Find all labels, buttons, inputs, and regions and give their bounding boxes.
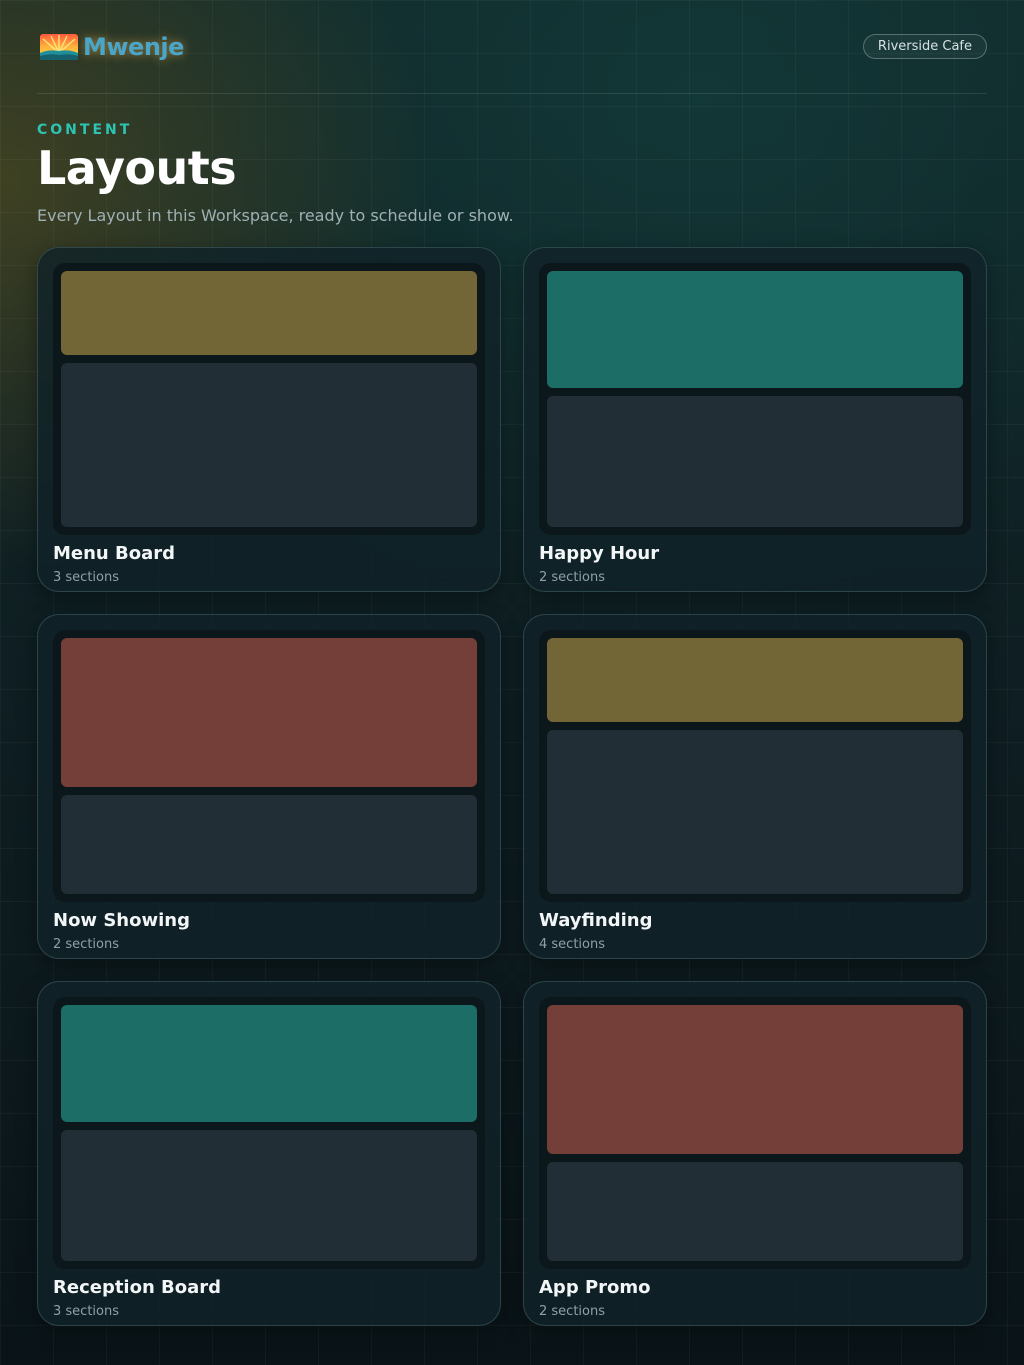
layout-section-count: 2 sections bbox=[539, 1304, 605, 1319]
layout-preview bbox=[53, 630, 485, 902]
layout-card[interactable]: Wayfinding 4 sections bbox=[523, 614, 987, 959]
brand-name: Mwenje bbox=[83, 32, 184, 61]
layout-preview-secondary-section bbox=[547, 730, 963, 894]
sunrise-logo-icon bbox=[40, 33, 78, 60]
layout-preview-primary-section bbox=[61, 638, 477, 787]
layout-preview-secondary-section bbox=[547, 1162, 963, 1261]
layout-preview-primary-section bbox=[61, 271, 477, 355]
layout-preview bbox=[539, 630, 971, 902]
layout-name: Now Showing bbox=[53, 910, 190, 931]
layout-card[interactable]: Happy Hour 2 sections bbox=[523, 247, 987, 592]
layout-preview bbox=[539, 997, 971, 1269]
layout-preview-primary-section bbox=[547, 1005, 963, 1154]
layout-name: Menu Board bbox=[53, 543, 176, 564]
layout-preview-primary-section bbox=[547, 271, 963, 388]
section-label: CONTENT bbox=[37, 122, 133, 138]
layout-preview bbox=[53, 263, 485, 535]
layout-preview-secondary-section bbox=[61, 795, 477, 894]
top-bar: Mwenje Riverside Cafe bbox=[37, 0, 987, 94]
layout-name: Wayfinding bbox=[539, 910, 653, 931]
layout-section-count: 4 sections bbox=[539, 937, 605, 952]
layouts-page: Mwenje Riverside Cafe CONTENT Layouts Ev… bbox=[0, 0, 1024, 1326]
layout-preview bbox=[539, 263, 971, 535]
layout-name: Reception Board bbox=[53, 1277, 222, 1298]
layout-card[interactable]: App Promo 2 sections bbox=[523, 981, 987, 1326]
page-title: Layouts bbox=[37, 141, 237, 195]
page-subtitle: Every Layout in this Workspace, ready to… bbox=[37, 206, 514, 225]
layout-preview-secondary-section bbox=[547, 396, 963, 527]
layout-section-count: 2 sections bbox=[53, 937, 119, 952]
layout-preview bbox=[53, 997, 485, 1269]
layout-preview-secondary-section bbox=[61, 1130, 477, 1261]
layout-preview-secondary-section bbox=[61, 363, 477, 527]
layout-card[interactable]: Menu Board 3 sections bbox=[37, 247, 501, 592]
brand[interactable]: Mwenje bbox=[39, 33, 184, 61]
layout-card-grid: Menu Board 3 sections Happy Hour 2 secti… bbox=[37, 247, 987, 1326]
layout-card[interactable]: Reception Board 3 sections bbox=[37, 981, 501, 1326]
layout-section-count: 2 sections bbox=[539, 570, 605, 585]
layout-preview-primary-section bbox=[547, 638, 963, 722]
workspace-selector[interactable]: Riverside Cafe bbox=[862, 34, 987, 59]
layout-section-count: 3 sections bbox=[53, 570, 119, 585]
layout-name: App Promo bbox=[539, 1277, 651, 1298]
layout-preview-primary-section bbox=[61, 1005, 477, 1122]
layout-name: Happy Hour bbox=[539, 543, 660, 564]
layout-section-count: 3 sections bbox=[53, 1304, 119, 1319]
layout-card[interactable]: Now Showing 2 sections bbox=[37, 614, 501, 959]
